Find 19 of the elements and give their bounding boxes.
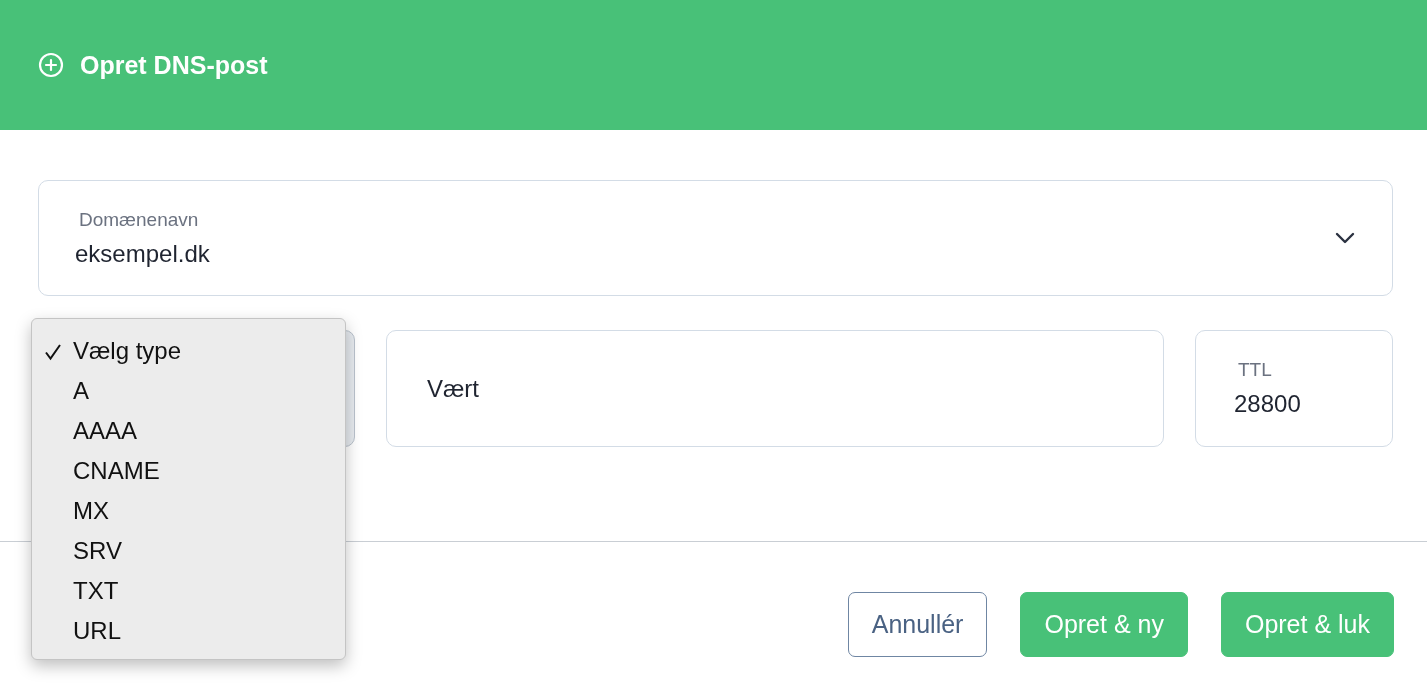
field-value: eksempel.dk: [75, 239, 210, 268]
dropdown-option[interactable]: MX: [32, 491, 345, 531]
field-label: TTL: [1237, 359, 1273, 381]
field-label: Domænenavn: [78, 208, 200, 231]
dropdown-option[interactable]: SRV: [32, 531, 345, 571]
dropdown-option[interactable]: TXT: [32, 571, 345, 611]
dropdown-option[interactable]: AAAA: [32, 411, 345, 451]
field-value: 28800: [1234, 390, 1302, 418]
chevron-down-icon: [1334, 231, 1356, 245]
dropdown-option[interactable]: A: [32, 371, 345, 411]
host-field[interactable]: Vært: [386, 330, 1164, 447]
add-icon: [38, 52, 64, 78]
dropdown-option[interactable]: CNAME: [32, 451, 345, 491]
cancel-button[interactable]: Annullér: [847, 592, 988, 657]
domain-select[interactable]: Domænenavn eksempel.dk: [38, 180, 1393, 296]
dropdown-option[interactable]: Vælg type: [32, 331, 345, 371]
dialog-title: Opret DNS-post: [80, 50, 268, 80]
ttl-field[interactable]: TTL 28800: [1195, 330, 1393, 447]
dropdown-option[interactable]: URL: [32, 611, 345, 651]
